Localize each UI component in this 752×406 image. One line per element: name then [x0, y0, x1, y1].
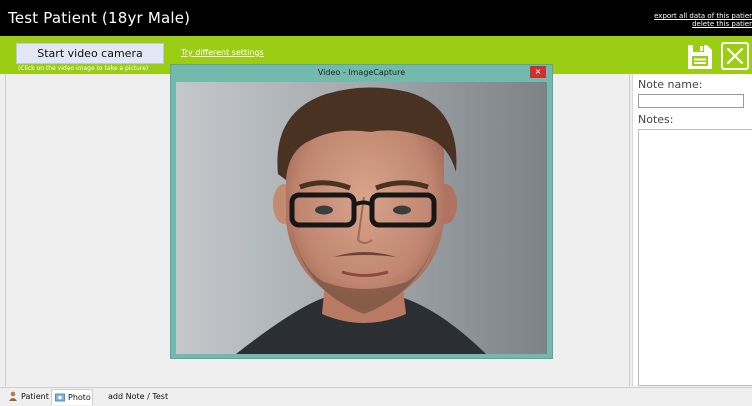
tab-add-note-label: add Note / Test [108, 392, 169, 401]
video-capture-window[interactable]: Video - ImageCapture × [170, 64, 553, 359]
try-different-settings-link[interactable]: Try different settings [181, 48, 264, 57]
window-close-button[interactable]: × [530, 66, 546, 78]
start-video-camera-button[interactable]: Start video camera [16, 43, 164, 64]
tab-patient[interactable]: Patient [8, 389, 49, 405]
camera-face-image[interactable] [176, 82, 547, 354]
video-feed[interactable] [176, 82, 547, 354]
patient-icon [9, 391, 17, 401]
close-x-icon [726, 47, 744, 65]
capture-hint: (Click on the video image to take a pict… [18, 65, 149, 72]
notes-textarea[interactable] [638, 129, 752, 386]
tab-patient-label: Patient [21, 392, 49, 401]
delete-patient-link[interactable]: delete this patier [654, 20, 752, 28]
save-icon[interactable] [685, 42, 715, 72]
notes-label: Notes: [638, 113, 674, 126]
header-links: export all data of this patier delete th… [654, 12, 752, 28]
note-side-panel: Note name: Notes: [632, 74, 752, 386]
photo-icon [55, 393, 65, 402]
tab-photo-label: Photo [68, 393, 91, 402]
patient-header: Test Patient (18yr Male) export all data… [0, 0, 752, 36]
tab-add-note-test[interactable]: add Note / Test [108, 389, 168, 405]
note-name-input[interactable] [638, 94, 744, 108]
export-data-link[interactable]: export all data of this patier [654, 12, 752, 20]
video-window-title: Video - ImageCapture [317, 68, 406, 77]
bottom-tab-bar: Patient Photo add Note / Test [0, 387, 752, 405]
close-icon[interactable] [721, 42, 749, 70]
tab-photo[interactable]: Photo [51, 389, 93, 405]
patient-title: Test Patient (18yr Male) [8, 9, 191, 27]
note-name-label: Note name: [638, 78, 703, 91]
